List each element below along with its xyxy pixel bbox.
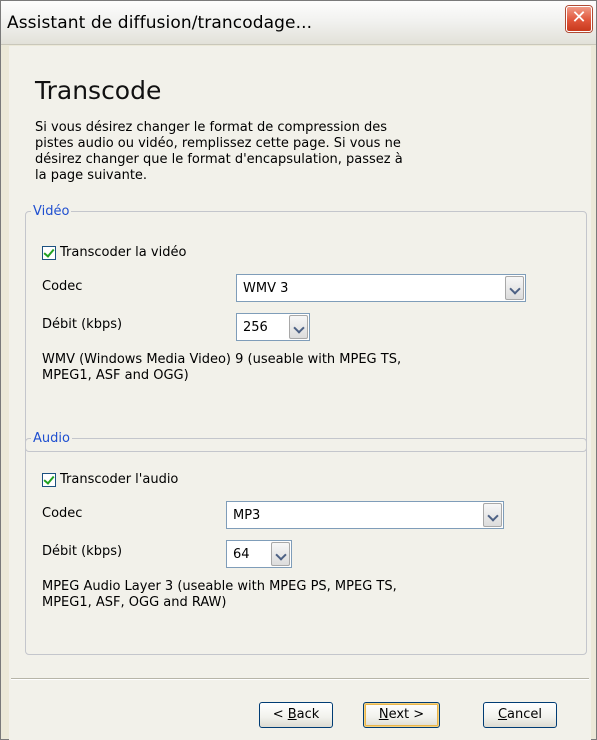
window-title: Assistant de diffusion/trancodage...: [7, 13, 313, 33]
audio-codec-value: MP3: [233, 508, 261, 523]
page-description: Si vous désirez changer le format de com…: [35, 120, 403, 183]
video-group: Vidéo Transcoder la vidéo Codec WMV 3 Dé…: [25, 204, 587, 452]
audio-bitrate-label: Débit (kbps): [42, 544, 123, 559]
back-button-label: ack: [296, 707, 320, 722]
video-codec-description-line1: WMV (Windows Media Video) 9 (useable wit…: [42, 352, 402, 367]
video-group-legend: Vidéo: [33, 204, 70, 219]
audio-codec-select[interactable]: MP3: [226, 501, 504, 529]
video-codec-select[interactable]: WMV 3: [236, 274, 526, 302]
audio-group: Audio Transcoder l'audio Codec MP3 Débit…: [25, 431, 587, 655]
next-button-mnemonic: N: [378, 707, 389, 722]
video-codec-label: Codec: [42, 279, 83, 294]
audio-bitrate-value: 64: [233, 547, 250, 562]
cancel-button-label: ancel: [507, 707, 543, 722]
cancel-button[interactable]: Cancel: [483, 702, 557, 728]
footer-separator: [11, 678, 589, 680]
next-button-label: ext >: [388, 707, 425, 722]
transcode-video-checkbox-row[interactable]: Transcoder la vidéo: [42, 245, 186, 260]
chevron-down-icon[interactable]: [271, 542, 290, 566]
transcode-video-checkbox[interactable]: [42, 245, 56, 260]
video-codec-value: WMV 3: [243, 281, 289, 296]
chevron-down-icon[interactable]: [483, 503, 502, 527]
video-bitrate-select[interactable]: 256: [236, 313, 310, 341]
next-button[interactable]: Next >: [363, 702, 440, 728]
transcode-audio-checkbox-row[interactable]: Transcoder l'audio: [42, 472, 178, 487]
title-bar[interactable]: Assistant de diffusion/trancodage... ✕: [1, 1, 596, 45]
transcode-audio-label: Transcoder l'audio: [60, 472, 179, 487]
cancel-button-mnemonic: C: [497, 707, 508, 722]
page-title: Transcode: [35, 76, 162, 105]
audio-group-legend: Audio: [33, 431, 70, 446]
video-bitrate-value: 256: [243, 320, 268, 335]
transcode-audio-checkbox[interactable]: [42, 472, 56, 487]
chevron-down-icon[interactable]: [289, 315, 308, 339]
back-button-prefix: <: [272, 707, 288, 722]
audio-codec-label: Codec: [42, 506, 83, 521]
wizard-page: Transcode Si vous désirez changer le for…: [9, 46, 591, 740]
chevron-down-icon[interactable]: [505, 276, 524, 300]
audio-bitrate-select[interactable]: 64: [226, 540, 292, 568]
wizard-window: Assistant de diffusion/trancodage... ✕ T…: [0, 0, 597, 740]
audio-codec-description-line2: MPEG1, ASF, OGG and RAW): [42, 595, 227, 610]
audio-codec-description-line1: MPEG Audio Layer 3 (useable with MPEG PS…: [42, 579, 397, 594]
video-codec-description-line2: MPEG1, ASF and OGG): [42, 368, 189, 383]
video-bitrate-label: Débit (kbps): [42, 317, 123, 332]
close-icon: ✕: [571, 7, 587, 28]
transcode-video-label: Transcoder la vidéo: [60, 245, 187, 260]
back-button[interactable]: < Back: [259, 702, 333, 728]
back-button-mnemonic: B: [287, 707, 297, 722]
close-button[interactable]: ✕: [566, 6, 592, 32]
